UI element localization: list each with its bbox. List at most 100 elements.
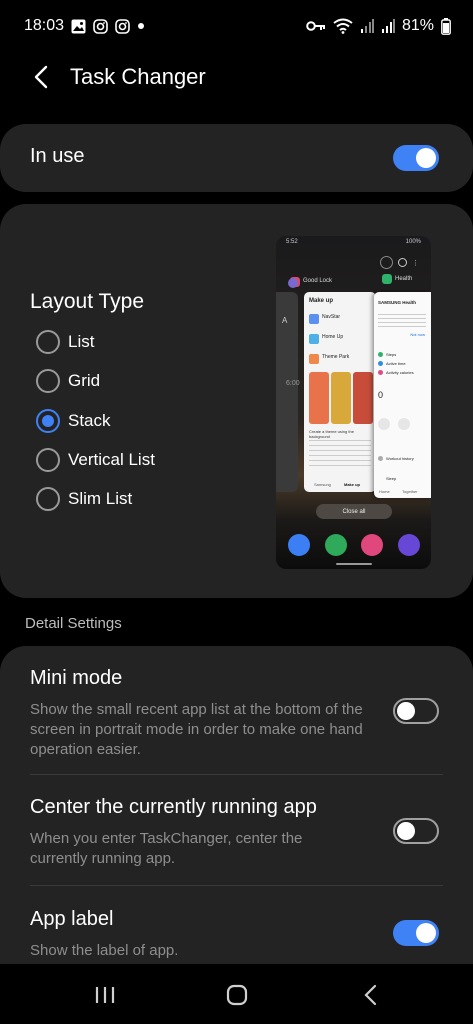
preview-app-health-icon xyxy=(382,274,392,284)
preview-search-icon xyxy=(398,258,407,267)
preview-theme-thumbnail xyxy=(309,372,329,424)
preview-health-cal-dot xyxy=(378,370,383,375)
navigation-bar xyxy=(0,964,473,1024)
preview-item-homeup-icon xyxy=(309,334,319,344)
setting-center-running-app[interactable]: Center the currently running app When yo… xyxy=(0,775,473,885)
preview-health-item: Active time xyxy=(386,361,406,366)
setting-mini-mode[interactable]: Mini mode Show the small recent app list… xyxy=(0,646,473,774)
status-time: 18:03 xyxy=(24,17,65,34)
radio-button[interactable] xyxy=(36,369,60,393)
instagram-icon xyxy=(115,18,130,34)
layout-option-grid[interactable]: Grid xyxy=(36,366,100,396)
notification-dot-icon xyxy=(137,22,145,30)
preview-more-icon: ⋮ xyxy=(412,259,419,267)
preview-health-item: Steps xyxy=(386,352,397,357)
mini-mode-toggle[interactable] xyxy=(393,698,439,724)
preview-card-makeup: Make up NavStar Home Up Theme Park Creat… xyxy=(304,292,376,492)
back-button[interactable] xyxy=(28,62,54,92)
preview-internet-icon xyxy=(397,534,420,556)
preview-gallery-icon xyxy=(361,534,384,556)
preview-health-value: 0 xyxy=(378,390,384,400)
preview-card-tab: Make up xyxy=(344,482,361,487)
back-nav-icon xyxy=(364,984,377,1006)
layout-option-vertical-list[interactable]: Vertical List xyxy=(36,445,155,475)
preview-walk-icon xyxy=(378,418,390,430)
status-right: 81% xyxy=(306,17,451,35)
preview-history-dot xyxy=(378,456,383,461)
header: Task Changer xyxy=(0,52,473,102)
back-nav-button[interactable] xyxy=(358,982,384,1008)
preview-card-tab: Samsung xyxy=(314,482,331,487)
preview-item-themepark-icon xyxy=(309,354,319,364)
in-use-label: In use xyxy=(30,145,85,167)
page-title: Task Changer xyxy=(70,64,206,89)
setting-title: App label xyxy=(30,908,114,930)
preview-health-step-dot xyxy=(378,352,383,357)
layout-option-label: Vertical List xyxy=(68,450,155,469)
preview-theme-thumbnail xyxy=(353,372,373,424)
preview-side-label: A xyxy=(282,316,288,325)
layout-option-stack[interactable]: Stack xyxy=(36,406,111,436)
preview-home-bar xyxy=(336,563,372,565)
preview-card-title: Make up xyxy=(309,298,334,304)
layout-option-list[interactable]: List xyxy=(36,327,94,357)
preview-health-active-dot xyxy=(378,361,383,366)
setting-description: Show the label of app. xyxy=(30,942,179,959)
preview-close-all-label: Close all xyxy=(342,508,366,515)
preview-app-health-label: Health xyxy=(395,276,413,282)
preview-health-text-lines xyxy=(378,314,426,328)
preview-badge-icon xyxy=(380,256,393,269)
status-left: 18:03 xyxy=(24,17,145,35)
home-button[interactable] xyxy=(224,982,250,1008)
layout-option-label: Grid xyxy=(68,371,101,390)
preview-messages-icon xyxy=(288,534,310,556)
preview-time: 5:52 xyxy=(286,239,298,245)
center-running-app-toggle[interactable] xyxy=(393,818,439,844)
setting-title: Mini mode xyxy=(30,667,123,689)
preview-card-lines xyxy=(309,440,371,470)
setting-title: Center the currently running app xyxy=(30,796,317,818)
preview-run-icon xyxy=(398,418,410,430)
preview-item-navstar-icon xyxy=(309,314,319,324)
detail-settings-label: Detail Settings xyxy=(25,615,122,632)
back-arrow-icon xyxy=(34,65,48,89)
preview-health-tab: Together xyxy=(402,489,418,494)
preview-toolbar: ⋮ xyxy=(380,256,419,269)
app-label-toggle[interactable] xyxy=(393,920,439,946)
setting-description: When you enter TaskChanger, center the c… xyxy=(30,830,303,867)
preview-health-tab: Home xyxy=(379,489,390,494)
signal-icon xyxy=(381,19,395,33)
layout-type-card: Layout Type List Grid Stack Vertical Lis… xyxy=(0,204,473,598)
recent-apps-button[interactable] xyxy=(92,982,118,1008)
home-icon xyxy=(226,984,248,1006)
layout-preview: 5:52 100% ⋮ Good Lock Health A 6:00 Make… xyxy=(276,236,431,569)
instagram-icon xyxy=(93,18,108,34)
preview-health-button: Not now xyxy=(410,332,425,337)
in-use-card[interactable]: In use xyxy=(0,124,473,192)
preview-health-extra: Workout history xyxy=(386,456,414,461)
signal-icon xyxy=(360,19,374,33)
gallery-icon xyxy=(71,19,86,34)
radio-button[interactable] xyxy=(36,487,60,511)
detail-settings-card: Mini mode Show the small recent app list… xyxy=(0,646,473,986)
preview-item-label: Home Up xyxy=(322,334,344,340)
preview-health-item: Activity calories xyxy=(386,370,414,375)
layout-type-title: Layout Type xyxy=(30,290,145,313)
preview-health-extra: Sleep xyxy=(386,476,397,481)
preview-theme-thumbnail xyxy=(331,372,351,424)
layout-option-slim-list[interactable]: Slim List xyxy=(36,484,132,514)
battery-icon xyxy=(441,17,451,35)
radio-button-selected[interactable] xyxy=(36,409,60,433)
preview-health-brand: SAMSUNG Health xyxy=(378,300,417,305)
preview-phone-icon xyxy=(324,534,347,556)
setting-description: Show the small recent app list at the bo… xyxy=(30,701,363,758)
preview-app-small-icon xyxy=(288,278,298,288)
layout-option-label: Slim List xyxy=(68,489,133,508)
in-use-toggle[interactable] xyxy=(393,145,439,171)
key-icon xyxy=(306,20,326,32)
layout-option-label: List xyxy=(68,332,95,351)
recent-apps-icon xyxy=(95,987,115,1003)
radio-button[interactable] xyxy=(36,448,60,472)
preview-side-card: A 6:00 xyxy=(276,292,300,492)
radio-button[interactable] xyxy=(36,330,60,354)
